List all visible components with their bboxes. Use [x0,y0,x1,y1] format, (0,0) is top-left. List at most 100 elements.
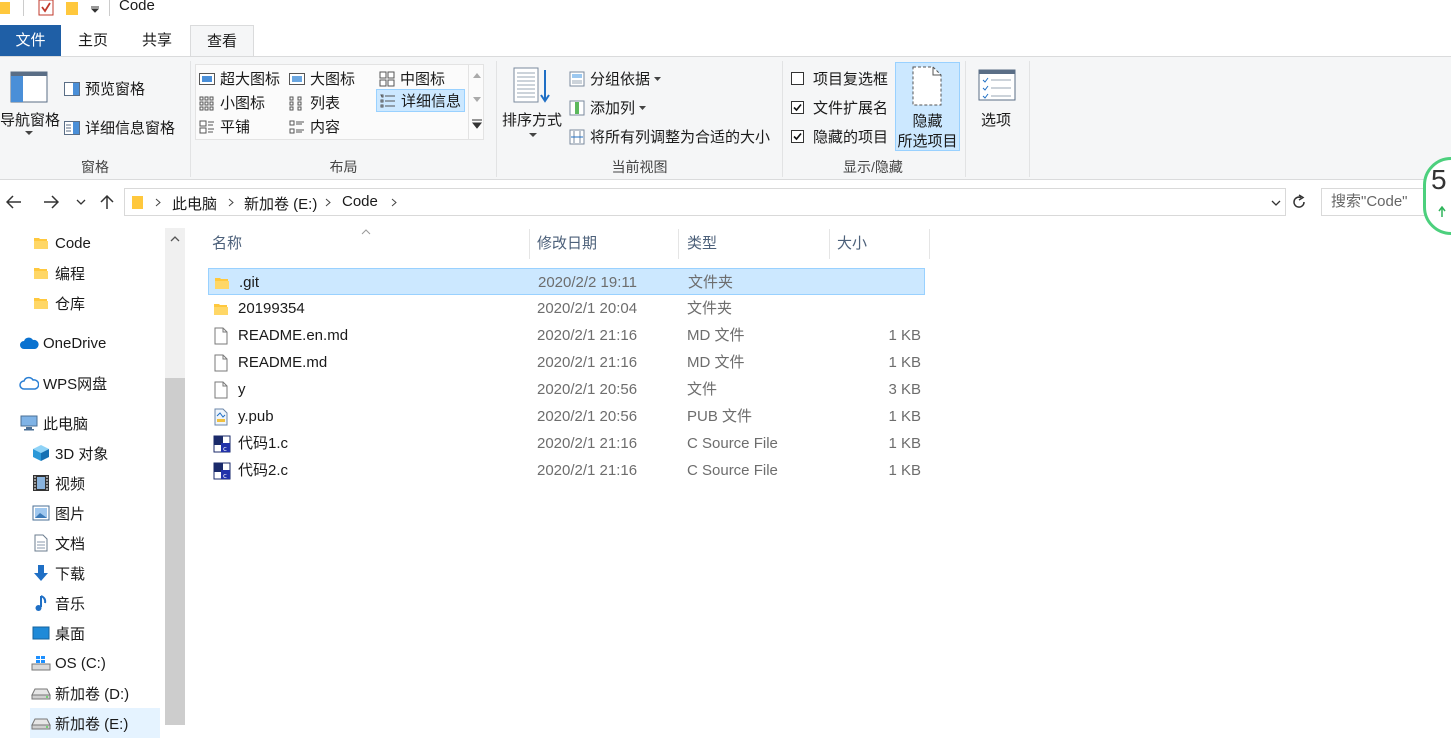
floating-badge[interactable]: 5 [1423,157,1451,235]
tab-share[interactable]: 共享 [125,25,189,57]
window-title: Code [119,0,155,14]
recent-locations-chevron-icon[interactable] [76,199,86,205]
sidebar-item[interactable]: 3D 对象 [30,438,108,468]
sidebar-item[interactable]: Code [30,228,91,258]
address-history-chevron-icon[interactable] [1271,200,1281,206]
layout-large-icons[interactable]: 大图标 [289,68,355,89]
sidebar-item[interactable]: 音乐 [30,588,85,618]
breadcrumb-chevron-icon[interactable] [155,198,161,207]
customize-quick-access-icon[interactable] [90,4,100,14]
sidebar-item[interactable]: 此电脑 [18,408,88,438]
group-by-label: 分组依据 [590,71,651,88]
preview-pane-button[interactable]: 预览窗格 [64,78,145,99]
scrollbar-thumb[interactable] [165,378,185,725]
layout-extra-large-icons[interactable]: 超大图标 [199,68,280,89]
scroll-up-icon[interactable] [170,236,180,242]
checkbox-unchecked-icon[interactable] [791,72,804,85]
sidebar-item[interactable]: 仓库 [30,288,85,318]
sidebar-item[interactable]: 新加卷 (E:) [30,708,160,738]
layout-gallery-scroll[interactable] [468,65,484,139]
file-row[interactable]: README.en.md 2020/2/1 21:16 MD 文件 1 KB [208,322,925,349]
file-row[interactable]: README.md 2020/2/1 21:16 MD 文件 1 KB [208,349,925,376]
sidebar-item[interactable]: 图片 [30,498,85,528]
small-icons-icon [199,96,214,110]
sidebar-item[interactable]: 视频 [30,468,85,498]
size-all-columns-button[interactable]: 将所有列调整为合适的大小 [569,126,770,147]
tab-home[interactable]: 主页 [61,25,125,57]
cloud-icon [18,336,40,350]
folder-icon [213,295,229,322]
hidden-items-toggle[interactable]: 隐藏的项目 [791,126,888,147]
new-folder-icon[interactable] [66,0,80,16]
file-name: README.md [238,354,328,371]
column-divider[interactable] [529,229,530,259]
navigation-pane-button[interactable]: 导航窗格 [0,65,62,141]
sidebar-scrollbar[interactable] [165,228,185,725]
details-pane-button[interactable]: 详细信息窗格 [64,117,175,138]
breadcrumb-this-pc[interactable]: 此电脑 [172,193,217,214]
layout-tiles[interactable]: 平铺 [199,116,250,137]
sidebar-item[interactable]: 桌面 [30,618,85,648]
sidebar-item-label: Code [55,234,91,252]
breadcrumb-drive-e[interactable]: 新加卷 (E:) [244,193,317,214]
tab-file[interactable]: 文件 [0,25,61,57]
layout-content[interactable]: 内容 [289,116,340,137]
file-row[interactable]: y 2020/2/1 20:56 文件 3 KB [208,376,925,403]
breadcrumb-chevron-icon[interactable] [228,198,234,207]
sidebar-item[interactable]: OneDrive [18,328,106,358]
sidebar-item[interactable]: OS (C:) [30,648,106,678]
file-row[interactable]: c 代码1.c 2020/2/1 21:16 C Source File 1 KB [208,430,925,457]
item-checkboxes-toggle[interactable]: 项目复选框 [791,68,888,89]
hide-selected-items-button[interactable]: 隐藏 所选项目 [895,62,960,151]
chevron-up-icon[interactable] [473,73,481,78]
download-icon [30,564,52,582]
file-extensions-label: 文件扩展名 [813,100,889,117]
column-divider[interactable] [829,229,830,259]
forward-arrow-icon[interactable] [43,195,59,209]
ribbon-tabs: 文件 主页 共享 查看 [0,25,1451,58]
checkbox-checked-icon[interactable] [791,130,804,143]
file-extensions-toggle[interactable]: 文件扩展名 [791,97,888,118]
layout-medium-icons[interactable]: 中图标 [379,68,445,89]
file-row[interactable]: y.pub 2020/2/1 20:56 PUB 文件 1 KB [208,403,925,430]
tab-view[interactable]: 查看 [190,25,254,58]
sidebar-item-label: WPS网盘 [43,375,108,393]
file-row[interactable]: 20199354 2020/2/1 20:04 文件夹 [208,295,925,322]
breadcrumb-code[interactable]: Code [342,193,378,210]
sidebar-item[interactable]: 编程 [30,258,85,288]
column-header-name[interactable]: 名称 [212,229,242,259]
column-header-type[interactable]: 类型 [687,229,717,259]
sidebar-item-label: 新加卷 (D:) [55,685,130,703]
sidebar-item[interactable]: 下载 [30,558,85,588]
add-column-button[interactable]: 添加列 [569,97,647,118]
sort-by-button[interactable]: 排序方式 [500,65,564,143]
layout-details[interactable]: 详细信息 [376,89,466,112]
group-by-button[interactable]: 分组依据 [569,68,662,89]
properties-check-icon[interactable] [38,0,54,16]
column-header-modified[interactable]: 修改日期 [537,229,597,259]
sidebar-item[interactable]: 新加卷 (D:) [30,678,129,708]
options-button[interactable]: 选项 [972,65,1022,135]
back-arrow-icon[interactable] [6,195,22,209]
column-header-size[interactable]: 大小 [837,229,867,259]
navigation-bar: 此电脑 新加卷 (E:) Code 搜索"Code" [0,181,1451,223]
sidebar-item[interactable]: WPS网盘 [18,368,107,398]
gallery-expand-icon[interactable] [472,119,482,129]
refresh-icon[interactable] [1291,194,1307,210]
layout-list[interactable]: 列表 [289,92,340,113]
address-bar[interactable]: 此电脑 新加卷 (E:) Code [124,188,1286,216]
checkbox-checked-icon[interactable] [791,101,804,114]
sidebar-item[interactable]: 文档 [30,528,85,558]
navigation-pane-label: 导航窗格 [0,112,61,129]
breadcrumb-chevron-icon[interactable] [391,198,397,207]
file-row[interactable]: .git 2020/2/2 19:11 文件夹 [208,268,925,295]
file-row[interactable]: c 代码2.c 2020/2/1 21:16 C Source File 1 KB [208,457,925,484]
file-type: C Source File [687,435,778,452]
chevron-down-icon[interactable] [473,97,481,102]
preview-pane-label: 预览窗格 [85,81,146,98]
breadcrumb-chevron-icon[interactable] [325,198,331,207]
column-divider[interactable] [678,229,679,259]
up-arrow-icon[interactable] [100,194,114,210]
column-divider[interactable] [929,229,930,259]
layout-small-icons[interactable]: 小图标 [199,92,265,113]
